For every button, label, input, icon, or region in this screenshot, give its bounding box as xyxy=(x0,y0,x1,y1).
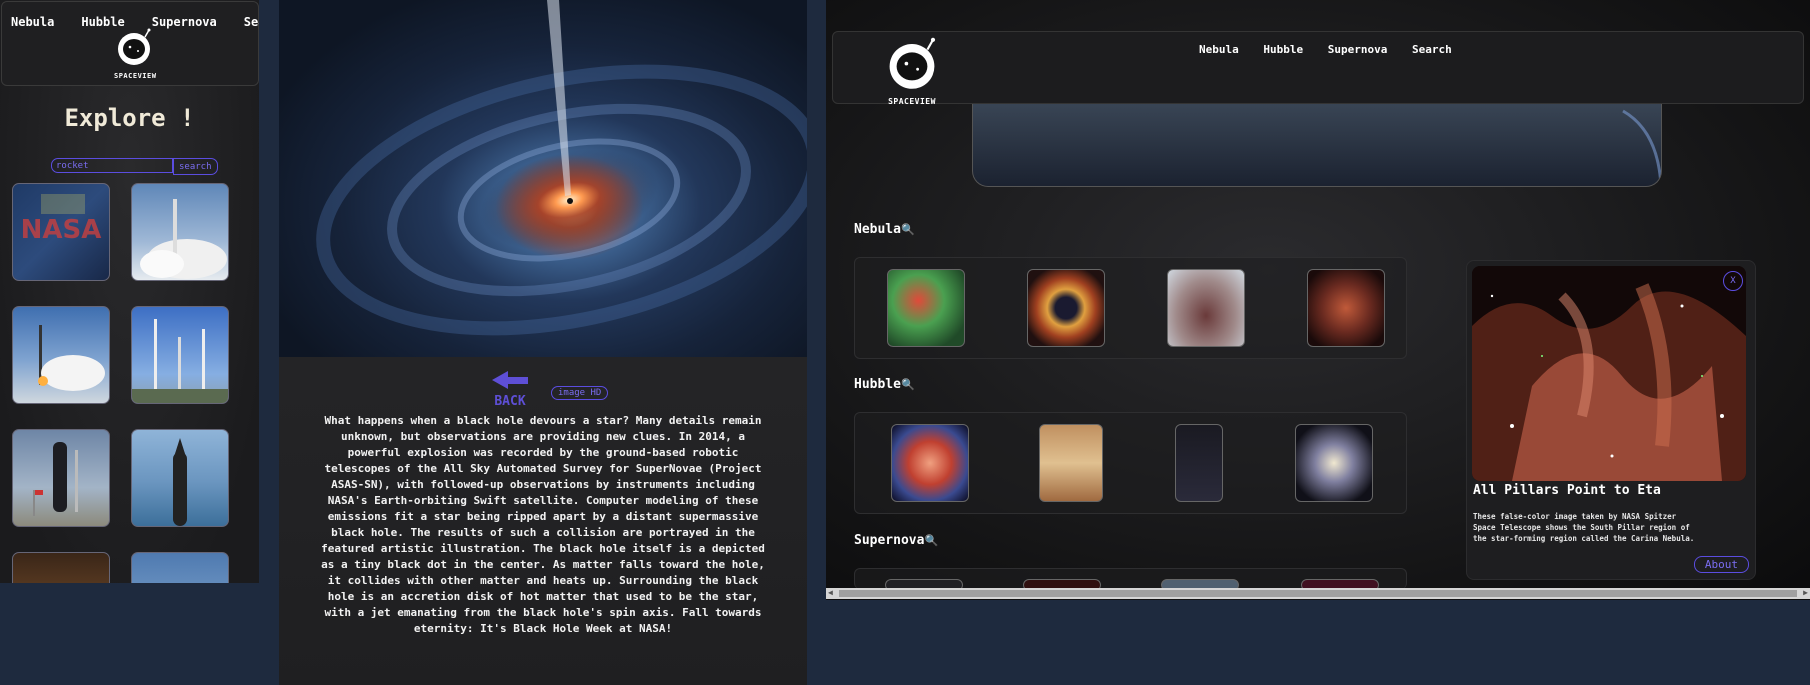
gallery-image[interactable] xyxy=(1295,424,1373,502)
gallery-image[interactable] xyxy=(1175,424,1223,502)
search-input[interactable] xyxy=(51,158,173,173)
image-description: What happens when a black hole devours a… xyxy=(321,414,765,635)
nav-supernova[interactable]: Supernova xyxy=(1328,43,1388,56)
nebula-gallery xyxy=(854,257,1407,359)
image-detail-card: X All Pillars Point to Eta These false-c… xyxy=(1466,260,1756,580)
search-button[interactable]: search xyxy=(173,158,218,175)
image-hd-button[interactable]: image HD xyxy=(551,386,609,400)
section-label: Supernova xyxy=(854,533,925,548)
section-label: Nebula xyxy=(854,222,901,237)
close-button[interactable]: X xyxy=(1723,271,1743,291)
gallery-image[interactable] xyxy=(1307,269,1385,347)
nav-hubble[interactable]: Hubble xyxy=(81,15,124,29)
astronaut-helmet-icon xyxy=(889,37,936,89)
header: SPACEVIEW Nebula Hubble Supernova Search xyxy=(832,31,1804,106)
nav-search[interactable]: Search xyxy=(244,15,259,29)
search-bar: search xyxy=(51,158,218,175)
hero-banner-image xyxy=(972,101,1662,187)
gallery-image[interactable] xyxy=(887,269,965,347)
arrow-left-icon xyxy=(492,371,528,389)
header: Nebula Hubble Supernova Search SPACEVIEW xyxy=(1,1,259,86)
section-label: Hubble xyxy=(854,377,901,392)
svg-text:NASA: NASA xyxy=(21,215,102,245)
magnifier-icon[interactable]: 🔍 xyxy=(901,223,915,236)
result-thumbnail[interactable] xyxy=(131,183,229,281)
nav-bar: Nebula Hubble Supernova Search xyxy=(1199,43,1470,56)
nav-bar: Nebula Hubble Supernova Search xyxy=(11,15,259,29)
result-thumbnail[interactable] xyxy=(12,552,110,583)
nav-nebula[interactable]: Nebula xyxy=(1199,43,1239,56)
about-button[interactable]: About xyxy=(1693,556,1749,573)
result-thumbnail[interactable] xyxy=(12,306,110,404)
gallery-image[interactable] xyxy=(1027,269,1105,347)
nasa-logo-image: NASA xyxy=(21,194,102,245)
spaceview-logo[interactable]: SPACEVIEW xyxy=(114,28,156,80)
astronaut-helmet-icon xyxy=(118,28,151,65)
scroll-right-icon[interactable]: ▶ xyxy=(1803,588,1808,597)
home-window: SPACEVIEW Nebula Hubble Supernova Search… xyxy=(826,0,1810,600)
page-title: Explore ! xyxy=(64,104,195,132)
back-button[interactable]: BACK xyxy=(490,370,530,409)
supernova-gallery xyxy=(854,568,1407,591)
gallery-image[interactable] xyxy=(1167,269,1245,347)
magnifier-icon[interactable]: 🔍 xyxy=(924,534,938,547)
card-description: These false-color image taken by NASA Sp… xyxy=(1473,512,1695,543)
nav-search[interactable]: Search xyxy=(1412,43,1452,56)
gallery-image[interactable] xyxy=(891,424,969,502)
rocket-ocean-image xyxy=(173,438,187,526)
launch-pad-image xyxy=(132,319,228,403)
horizontal-scrollbar[interactable]: ◀ ▶ xyxy=(826,588,1810,599)
result-thumbnail[interactable] xyxy=(131,552,229,583)
magnifier-icon[interactable]: 🔍 xyxy=(901,378,915,391)
section-title-nebula: Nebula🔍 xyxy=(854,222,915,237)
nebula-illustration xyxy=(1472,266,1746,481)
result-thumbnail[interactable]: NASA xyxy=(12,183,110,281)
logo-text: SPACEVIEW xyxy=(888,97,936,106)
spaceview-logo[interactable]: SPACEVIEW xyxy=(884,37,940,106)
black-hole-image xyxy=(279,0,807,357)
section-title-hubble: Hubble🔍 xyxy=(854,377,915,392)
result-thumbnail[interactable] xyxy=(131,306,229,404)
rocket-launch-image xyxy=(140,199,227,279)
rocket-on-pad-image xyxy=(33,442,78,516)
banner-illustration xyxy=(1622,109,1661,186)
nav-nebula[interactable]: Nebula xyxy=(11,15,54,29)
carina-pillars-image xyxy=(1472,266,1746,481)
result-thumbnail[interactable] xyxy=(12,429,110,527)
back-label: BACK xyxy=(494,394,526,409)
image-detail-window: BACK image HD What happens when a black … xyxy=(279,0,807,685)
rocket-launch-image xyxy=(38,325,105,391)
result-thumbnail[interactable] xyxy=(131,429,229,527)
scrollbar-thumb[interactable] xyxy=(839,590,1797,597)
nav-supernova[interactable]: Supernova xyxy=(152,15,217,29)
nav-hubble[interactable]: Hubble xyxy=(1263,43,1303,56)
hubble-gallery xyxy=(854,412,1407,514)
gallery-image[interactable] xyxy=(1039,424,1103,502)
logo-text: SPACEVIEW xyxy=(114,72,157,80)
section-title-supernova: Supernova🔍 xyxy=(854,533,938,548)
explore-window: Nebula Hubble Supernova Search SPACEVIEW… xyxy=(0,0,259,583)
scroll-left-icon[interactable]: ◀ xyxy=(828,588,833,597)
card-title: All Pillars Point to Eta xyxy=(1473,483,1661,498)
accretion-disk-illustration xyxy=(316,0,807,336)
